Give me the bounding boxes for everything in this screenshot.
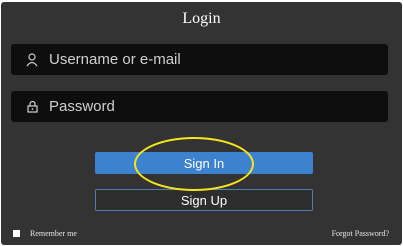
remember-me[interactable]: Remember me: [13, 229, 77, 238]
lock-icon: [25, 99, 39, 115]
login-panel: Login Sign In Sign Up Remember me Forgot…: [1, 2, 402, 245]
username-input[interactable]: [49, 44, 388, 75]
user-icon: [25, 52, 39, 68]
remember-label: Remember me: [30, 229, 77, 238]
sign-up-button[interactable]: Sign Up: [95, 189, 313, 211]
forgot-password-link[interactable]: Forgot Password?: [332, 229, 389, 238]
remember-checkbox[interactable]: [13, 230, 20, 237]
password-field[interactable]: [11, 91, 388, 122]
sign-in-button[interactable]: Sign In: [95, 152, 313, 174]
username-field[interactable]: [11, 44, 388, 75]
password-input[interactable]: [49, 91, 388, 122]
login-title: Login: [182, 10, 221, 27]
